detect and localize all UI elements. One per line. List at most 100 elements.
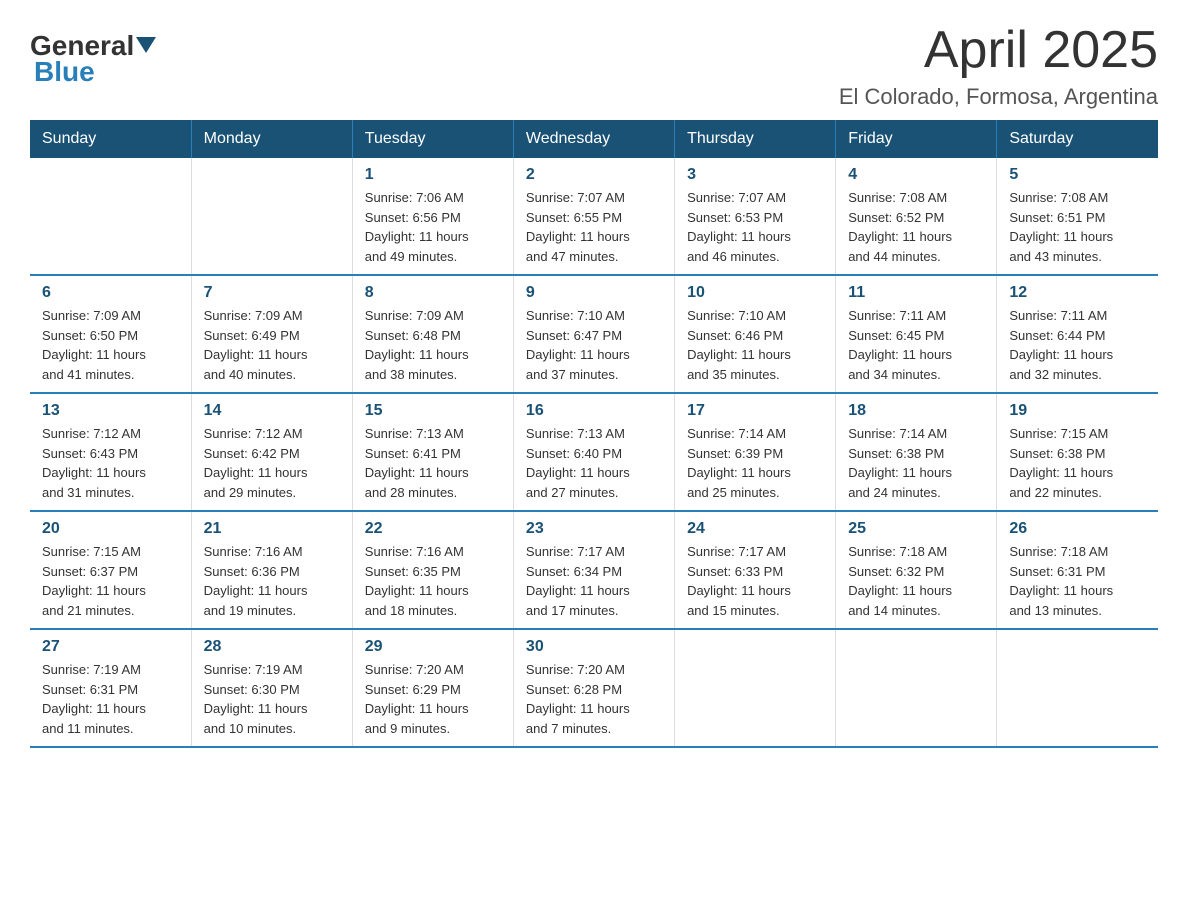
calendar-cell: 10 Sunrise: 7:10 AMSunset: 6:46 PMDayligh… <box>675 275 836 393</box>
logo-arrow-icon <box>136 37 156 53</box>
calendar-cell: 6 Sunrise: 7:09 AMSunset: 6:50 PMDaylight… <box>30 275 191 393</box>
day-number: 4 <box>848 166 984 184</box>
weekday-header-sunday: Sunday <box>30 120 191 158</box>
calendar-week-row: 1 Sunrise: 7:06 AMSunset: 6:56 PMDaylight… <box>30 158 1158 275</box>
day-info: Sunrise: 7:17 AMSunset: 6:33 PMDaylight:… <box>687 542 823 620</box>
day-number: 19 <box>1009 402 1146 420</box>
calendar-week-row: 27 Sunrise: 7:19 AMSunset: 6:31 PMDayligh… <box>30 629 1158 747</box>
day-number: 17 <box>687 402 823 420</box>
day-info: Sunrise: 7:09 AMSunset: 6:48 PMDaylight:… <box>365 306 501 384</box>
day-info: Sunrise: 7:20 AMSunset: 6:28 PMDaylight:… <box>526 660 662 738</box>
calendar-cell: 25 Sunrise: 7:18 AMSunset: 6:32 PMDayligh… <box>836 511 997 629</box>
day-number: 29 <box>365 638 501 656</box>
calendar-cell: 19Sunrise: 7:15 AMSunset: 6:38 PMDayligh… <box>997 393 1158 511</box>
day-info: Sunrise: 7:15 AMSunset: 6:37 PMDaylight:… <box>42 542 179 620</box>
calendar-week-row: 20 Sunrise: 7:15 AMSunset: 6:37 PMDayligh… <box>30 511 1158 629</box>
day-info: Sunrise: 7:11 AMSunset: 6:45 PMDaylight:… <box>848 306 984 384</box>
day-info: Sunrise: 7:11 AMSunset: 6:44 PMDaylight:… <box>1009 306 1146 384</box>
weekday-header-monday: Monday <box>191 120 352 158</box>
calendar-cell: 8 Sunrise: 7:09 AMSunset: 6:48 PMDaylight… <box>352 275 513 393</box>
day-info: Sunrise: 7:16 AMSunset: 6:35 PMDaylight:… <box>365 542 501 620</box>
day-number: 15 <box>365 402 501 420</box>
day-number: 22 <box>365 520 501 538</box>
calendar-table: SundayMondayTuesdayWednesdayThursdayFrid… <box>30 120 1158 748</box>
day-number: 30 <box>526 638 662 656</box>
day-number: 25 <box>848 520 984 538</box>
day-number: 12 <box>1009 284 1146 302</box>
day-info: Sunrise: 7:12 AMSunset: 6:43 PMDaylight:… <box>42 424 179 502</box>
calendar-cell: 11 Sunrise: 7:11 AMSunset: 6:45 PMDayligh… <box>836 275 997 393</box>
day-number: 13 <box>42 402 179 420</box>
day-number: 6 <box>42 284 179 302</box>
calendar-cell: 4Sunrise: 7:08 AMSunset: 6:52 PMDaylight… <box>836 158 997 275</box>
day-number: 20 <box>42 520 179 538</box>
weekday-header-thursday: Thursday <box>675 120 836 158</box>
day-number: 14 <box>204 402 340 420</box>
page-header: General Blue April 2025 El Colorado, For… <box>30 20 1158 110</box>
day-info: Sunrise: 7:18 AMSunset: 6:31 PMDaylight:… <box>1009 542 1146 620</box>
calendar-cell: 12 Sunrise: 7:11 AMSunset: 6:44 PMDayligh… <box>997 275 1158 393</box>
day-number: 3 <box>687 166 823 184</box>
day-number: 9 <box>526 284 662 302</box>
calendar-cell: 29 Sunrise: 7:20 AMSunset: 6:29 PMDayligh… <box>352 629 513 747</box>
day-number: 21 <box>204 520 340 538</box>
calendar-cell: 24 Sunrise: 7:17 AMSunset: 6:33 PMDayligh… <box>675 511 836 629</box>
calendar-cell: 7 Sunrise: 7:09 AMSunset: 6:49 PMDaylight… <box>191 275 352 393</box>
calendar-week-row: 13 Sunrise: 7:12 AMSunset: 6:43 PMDayligh… <box>30 393 1158 511</box>
weekday-header-row: SundayMondayTuesdayWednesdayThursdayFrid… <box>30 120 1158 158</box>
day-info: Sunrise: 7:13 AMSunset: 6:40 PMDaylight:… <box>526 424 662 502</box>
weekday-header-friday: Friday <box>836 120 997 158</box>
day-info: Sunrise: 7:17 AMSunset: 6:34 PMDaylight:… <box>526 542 662 620</box>
calendar-cell: 20 Sunrise: 7:15 AMSunset: 6:37 PMDayligh… <box>30 511 191 629</box>
day-info: Sunrise: 7:08 AMSunset: 6:51 PMDaylight:… <box>1009 188 1146 266</box>
day-info: Sunrise: 7:20 AMSunset: 6:29 PMDaylight:… <box>365 660 501 738</box>
calendar-cell: 30 Sunrise: 7:20 AMSunset: 6:28 PMDayligh… <box>513 629 674 747</box>
calendar-cell: 14 Sunrise: 7:12 AMSunset: 6:42 PMDayligh… <box>191 393 352 511</box>
day-number: 8 <box>365 284 501 302</box>
day-number: 11 <box>848 284 984 302</box>
calendar-cell: 15Sunrise: 7:13 AMSunset: 6:41 PMDayligh… <box>352 393 513 511</box>
day-number: 16 <box>526 402 662 420</box>
calendar-cell: 16 Sunrise: 7:13 AMSunset: 6:40 PMDayligh… <box>513 393 674 511</box>
calendar-cell: 18 Sunrise: 7:14 AMSunset: 6:38 PMDayligh… <box>836 393 997 511</box>
day-number: 10 <box>687 284 823 302</box>
day-number: 18 <box>848 402 984 420</box>
day-number: 5 <box>1009 166 1146 184</box>
day-number: 23 <box>526 520 662 538</box>
calendar-cell: 13 Sunrise: 7:12 AMSunset: 6:43 PMDayligh… <box>30 393 191 511</box>
calendar-title: April 2025 <box>839 20 1158 80</box>
calendar-cell <box>191 158 352 275</box>
calendar-cell: 22 Sunrise: 7:16 AMSunset: 6:35 PMDayligh… <box>352 511 513 629</box>
day-number: 2 <box>526 166 662 184</box>
day-info: Sunrise: 7:07 AMSunset: 6:53 PMDaylight:… <box>687 188 823 266</box>
day-number: 7 <box>204 284 340 302</box>
calendar-cell: 9Sunrise: 7:10 AMSunset: 6:47 PMDaylight… <box>513 275 674 393</box>
calendar-cell: 2Sunrise: 7:07 AMSunset: 6:55 PMDaylight… <box>513 158 674 275</box>
calendar-cell: 1 Sunrise: 7:06 AMSunset: 6:56 PMDaylight… <box>352 158 513 275</box>
day-info: Sunrise: 7:14 AMSunset: 6:38 PMDaylight:… <box>848 424 984 502</box>
day-info: Sunrise: 7:14 AMSunset: 6:39 PMDaylight:… <box>687 424 823 502</box>
day-info: Sunrise: 7:09 AMSunset: 6:50 PMDaylight:… <box>42 306 179 384</box>
logo-blue-text: Blue <box>30 56 95 88</box>
calendar-cell <box>997 629 1158 747</box>
day-info: Sunrise: 7:06 AMSunset: 6:56 PMDaylight:… <box>365 188 501 266</box>
calendar-header: SundayMondayTuesdayWednesdayThursdayFrid… <box>30 120 1158 158</box>
calendar-cell: 23 Sunrise: 7:17 AMSunset: 6:34 PMDayligh… <box>513 511 674 629</box>
day-number: 1 <box>365 166 501 184</box>
day-info: Sunrise: 7:19 AMSunset: 6:30 PMDaylight:… <box>204 660 340 738</box>
calendar-cell: 27 Sunrise: 7:19 AMSunset: 6:31 PMDayligh… <box>30 629 191 747</box>
calendar-week-row: 6 Sunrise: 7:09 AMSunset: 6:50 PMDaylight… <box>30 275 1158 393</box>
day-info: Sunrise: 7:10 AMSunset: 6:46 PMDaylight:… <box>687 306 823 384</box>
day-number: 28 <box>204 638 340 656</box>
day-number: 24 <box>687 520 823 538</box>
calendar-cell <box>30 158 191 275</box>
day-info: Sunrise: 7:19 AMSunset: 6:31 PMDaylight:… <box>42 660 179 738</box>
calendar-cell: 28 Sunrise: 7:19 AMSunset: 6:30 PMDayligh… <box>191 629 352 747</box>
weekday-header-wednesday: Wednesday <box>513 120 674 158</box>
day-info: Sunrise: 7:18 AMSunset: 6:32 PMDaylight:… <box>848 542 984 620</box>
day-info: Sunrise: 7:12 AMSunset: 6:42 PMDaylight:… <box>204 424 340 502</box>
calendar-cell <box>836 629 997 747</box>
day-info: Sunrise: 7:09 AMSunset: 6:49 PMDaylight:… <box>204 306 340 384</box>
calendar-cell: 26Sunrise: 7:18 AMSunset: 6:31 PMDayligh… <box>997 511 1158 629</box>
day-number: 27 <box>42 638 179 656</box>
